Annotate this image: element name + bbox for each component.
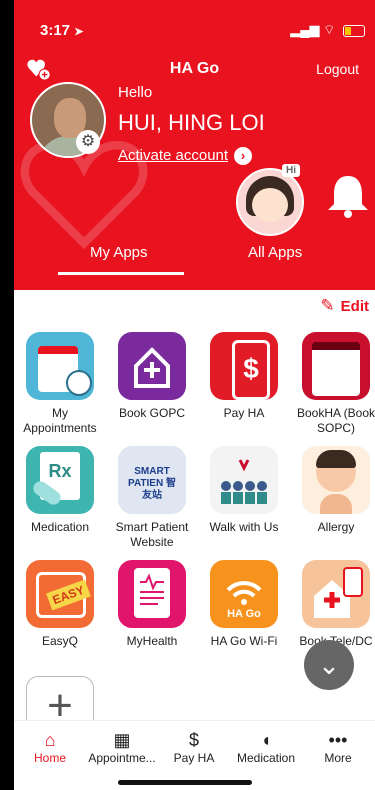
app-screen: 3:17 ➤ ▂▄▆ ⌔ HA Go Logout ⚙ Hello HUI, H… [14,0,375,790]
chevron-right-icon: › [234,147,253,165]
health-record-icon [118,560,186,628]
status-right: ▂▄▆ ⌔ [290,22,365,38]
home-icon: ⌂ [44,730,56,750]
location-icon: ➤ [74,26,84,38]
more-icon: ••• [328,730,348,750]
logout-button[interactable]: Logout [316,61,359,77]
smart-patient-icon: SMART PATIEN 智友站 [118,446,186,514]
app-smart-patient[interactable]: SMART PATIEN 智友站 Smart Patient Website [106,446,198,550]
tele-house-icon [302,560,370,628]
hi-badge: Hi [282,164,300,177]
calendar-clock-icon [26,332,94,400]
home-indicator [118,780,252,785]
tab-my-apps[interactable]: My Apps [90,244,148,261]
app-walk-with-us[interactable]: Walk with Us [198,446,290,535]
medical-house-icon [118,332,186,400]
active-tab-indicator [58,272,184,275]
signal-icon: ▂▄▆ [290,22,320,37]
people-icon [210,446,278,514]
app-book-gopc[interactable]: Book GOPC [106,332,198,421]
wifi-icon: HA Go [210,560,278,628]
app-ha-go-wifi[interactable]: HA Go HA Go Wi-Fi [198,560,290,649]
activate-account-link[interactable]: Activate account › [118,147,253,165]
header: 3:17 ➤ ▂▄▆ ⌔ HA Go Logout ⚙ Hello HUI, H… [14,0,375,290]
tab-all-apps[interactable]: All Apps [248,244,302,261]
rx-pill-icon: Rx [26,446,94,514]
app-book-tele-dc[interactable]: Book Tele/DC [290,560,375,649]
nav-medication[interactable]: ◖ Medication [230,729,302,765]
app-book-ha[interactable]: BookHA (Book SOPC) [290,332,375,436]
pill-icon: ◖ [260,730,272,750]
status-time: 3:17 ➤ [40,22,84,39]
phone-dollar-icon: $ [210,332,278,400]
app-pay-ha[interactable]: $ Pay HA [198,332,290,421]
pencil-icon: ✎ [320,296,335,315]
user-name: HUI, HING LOI [118,110,265,135]
gear-icon[interactable]: ⚙ [76,130,100,154]
phone-dollar-icon: $ [188,730,199,750]
app-medication[interactable]: Rx Medication [14,446,106,535]
bell-icon[interactable] [324,172,372,220]
nav-pay-ha[interactable]: $ Pay HA [158,729,230,765]
app-my-appointments[interactable]: My Appointments [14,332,106,436]
edit-button[interactable]: ✎ Edit [320,296,369,316]
calendar-icon: ▦ [113,730,131,750]
allergy-icon [302,446,370,514]
easyq-icon: EASY [26,560,94,628]
app-easyq[interactable]: EASY EasyQ [14,560,106,649]
nav-appointments[interactable]: ▦ Appointme... [86,729,158,765]
scroll-down-button[interactable]: ⌄ [304,640,354,690]
greeting: Hello [118,84,153,101]
app-myhealth[interactable]: MyHealth [106,560,198,649]
app-allergy[interactable]: Allergy [290,446,375,535]
nav-home[interactable]: ⌂ Home [14,729,86,765]
nav-more[interactable]: ••• More [302,729,374,765]
calendar-icon [302,332,370,400]
assistant-avatar[interactable] [236,168,304,236]
status-bar: 3:17 ➤ ▂▄▆ ⌔ [14,0,375,44]
wifi-icon: ⌔ [323,22,336,37]
battery-icon [343,24,365,37]
